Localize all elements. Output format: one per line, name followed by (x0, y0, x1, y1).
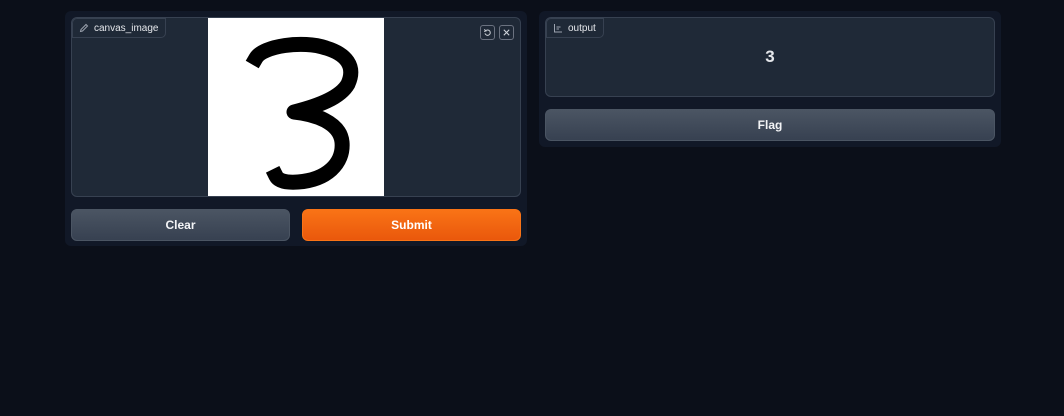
output-label-text: output (568, 22, 596, 34)
undo-icon (483, 29, 491, 36)
canvas-image-label-text: canvas_image (94, 22, 159, 34)
output-label: output (546, 18, 604, 38)
output-value: 3 (765, 47, 775, 66)
canvas-image-label: canvas_image (72, 18, 167, 38)
flag-button[interactable]: Flag (545, 109, 995, 141)
canvas-image-block: canvas_image (71, 17, 521, 197)
submit-button[interactable]: Submit (302, 209, 521, 241)
canvas-toolbar (480, 25, 514, 40)
clear-button[interactable]: Clear (71, 209, 290, 241)
pencil-icon (79, 23, 89, 33)
label-icon (553, 23, 563, 33)
input-panel: canvas_image Clear Submit (65, 11, 527, 246)
digit-drawing (245, 36, 359, 190)
output-panel: output 3 Flag (539, 11, 1001, 147)
output-block: output 3 (545, 17, 995, 97)
close-icon (503, 29, 510, 36)
sketch-canvas[interactable] (208, 18, 384, 196)
undo-button[interactable] (480, 25, 495, 40)
app-root: canvas_image Clear Submit output 3 Flag (0, 0, 1064, 416)
clear-canvas-button[interactable] (499, 25, 514, 40)
